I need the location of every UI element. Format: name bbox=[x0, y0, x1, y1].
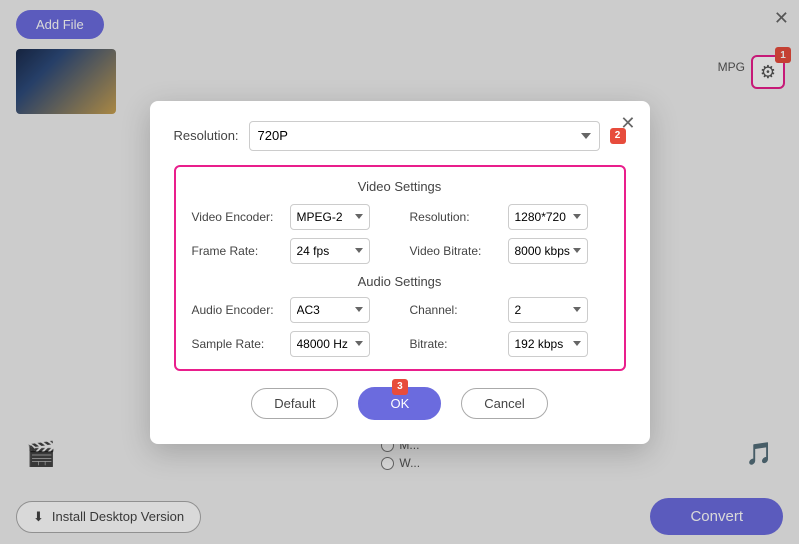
modal-buttons-row: Default 3 OK Cancel bbox=[174, 387, 626, 420]
resolution-sub-label: Resolution: bbox=[410, 210, 500, 224]
bitrate-row: Bitrate: 192 kbps bbox=[410, 331, 608, 357]
settings-box: Video Settings Video Encoder: MPEG-2 Res… bbox=[174, 165, 626, 371]
resolution-label: Resolution: bbox=[174, 128, 239, 143]
video-settings-grid: Video Encoder: MPEG-2 Resolution: 1280*7… bbox=[192, 204, 608, 264]
ok-wrapper: 3 OK bbox=[358, 387, 441, 420]
resolution-select[interactable]: 720P bbox=[249, 121, 600, 151]
sample-rate-row: Sample Rate: 48000 Hz bbox=[192, 331, 390, 357]
video-encoder-select[interactable]: MPEG-2 bbox=[290, 204, 370, 230]
channel-row: Channel: 2 bbox=[410, 297, 608, 323]
sample-rate-select[interactable]: 48000 Hz bbox=[290, 331, 370, 357]
resolution-sub-select[interactable]: 1280*720 bbox=[508, 204, 588, 230]
channel-label: Channel: bbox=[410, 303, 500, 317]
audio-settings-title: Audio Settings bbox=[192, 274, 608, 289]
video-bitrate-label: Video Bitrate: bbox=[410, 244, 500, 258]
sample-rate-label: Sample Rate: bbox=[192, 337, 282, 351]
audio-encoder-label: Audio Encoder: bbox=[192, 303, 282, 317]
audio-encoder-row: Audio Encoder: AC3 bbox=[192, 297, 390, 323]
badge-3: 3 bbox=[392, 379, 408, 395]
video-encoder-row: Video Encoder: MPEG-2 bbox=[192, 204, 390, 230]
resolution-sub-row: Resolution: 1280*720 bbox=[410, 204, 608, 230]
frame-rate-row: Frame Rate: 24 fps bbox=[192, 238, 390, 264]
resolution-row: Resolution: 720P 2 bbox=[174, 121, 626, 151]
video-bitrate-row: Video Bitrate: 8000 kbps bbox=[410, 238, 608, 264]
video-settings-title: Video Settings bbox=[192, 179, 608, 194]
video-bitrate-select[interactable]: 8000 kbps bbox=[508, 238, 588, 264]
app-background: Add File ✕ MPG 1 ⚙ 🎬 M... W... 🎵 ⬇ Insta bbox=[0, 0, 799, 544]
audio-encoder-select[interactable]: AC3 bbox=[290, 297, 370, 323]
modal-overlay: ✕ Resolution: 720P 2 Video Settings Vide… bbox=[0, 0, 799, 544]
frame-rate-label: Frame Rate: bbox=[192, 244, 282, 258]
channel-select[interactable]: 2 bbox=[508, 297, 588, 323]
modal-close-button[interactable]: ✕ bbox=[620, 113, 635, 134]
bitrate-label: Bitrate: bbox=[410, 337, 500, 351]
frame-rate-select[interactable]: 24 fps bbox=[290, 238, 370, 264]
audio-settings-grid: Audio Encoder: AC3 Channel: 2 Sample Rat… bbox=[192, 297, 608, 357]
settings-modal: ✕ Resolution: 720P 2 Video Settings Vide… bbox=[150, 101, 650, 444]
cancel-button[interactable]: Cancel bbox=[461, 388, 547, 419]
default-button[interactable]: Default bbox=[251, 388, 338, 419]
bitrate-select[interactable]: 192 kbps bbox=[508, 331, 588, 357]
video-encoder-label: Video Encoder: bbox=[192, 210, 282, 224]
